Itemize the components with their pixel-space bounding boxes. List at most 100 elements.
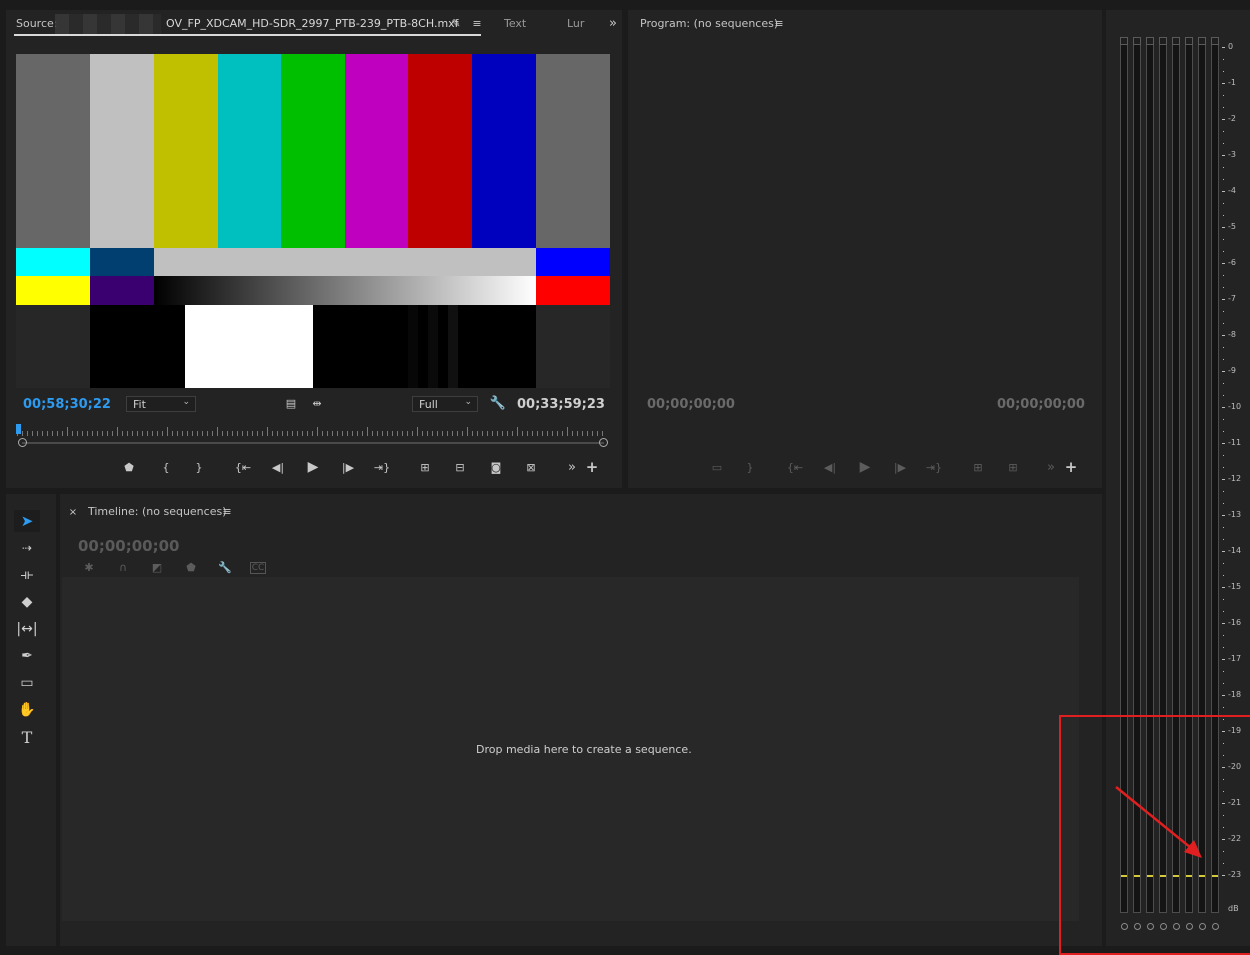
pen-tool-icon[interactable]: ✒ — [14, 645, 40, 667]
db-tick — [1222, 47, 1225, 48]
timeline-title[interactable]: Timeline: (no sequences) — [88, 505, 227, 518]
edit-pencil-icon[interactable]: ✎ — [447, 15, 465, 31]
step-back-icon[interactable]: ◀| — [269, 459, 287, 475]
add-button-icon[interactable]: + — [1062, 458, 1080, 476]
overflow-icon[interactable]: » — [1042, 459, 1060, 475]
go-to-in-icon[interactable]: {⇤ — [786, 459, 804, 475]
ruler-tick — [172, 431, 173, 436]
timeline-timecode[interactable]: 00;00;00;00 — [78, 537, 180, 555]
source-timecode-in[interactable]: 00;58;30;22 — [23, 397, 111, 412]
safe-margins-icon[interactable]: ▭ — [708, 459, 726, 475]
type-tool-icon[interactable]: T — [14, 726, 40, 748]
lift-icon[interactable]: ⊞ — [969, 459, 987, 475]
zoom-dropdown[interactable]: Fit ⌄ — [126, 396, 196, 412]
go-to-in-icon[interactable]: {⇤ — [234, 459, 252, 475]
step-back-icon[interactable]: ◀| — [821, 459, 839, 475]
tab-text[interactable]: Text — [504, 17, 526, 30]
clip-indicator[interactable] — [1198, 37, 1206, 45]
program-title[interactable]: Program: (no sequences) — [640, 17, 778, 30]
ruler-tick — [367, 427, 368, 436]
ruler-tick — [372, 431, 373, 436]
overwrite-icon[interactable]: ⊟ — [451, 459, 469, 475]
clip-indicator[interactable] — [1211, 37, 1219, 45]
camera-icon[interactable]: ◙ — [487, 459, 505, 475]
playhead-marker[interactable] — [16, 424, 21, 434]
resolution-dropdown[interactable]: Full ⌄ — [412, 396, 478, 412]
track-select-tool-icon[interactable]: ⇢ — [14, 537, 40, 559]
program-timecode-left[interactable]: 00;00;00;00 — [647, 397, 735, 412]
program-timecode-right: 00;00;00;00 — [997, 397, 1085, 412]
mark-in-icon[interactable]: { — [157, 459, 175, 475]
clip-indicator[interactable] — [1120, 37, 1128, 45]
go-to-out-icon[interactable]: ⇥} — [925, 459, 943, 475]
db-label: -12 — [1228, 474, 1242, 483]
ruler-tick — [537, 431, 538, 436]
ruler-tick — [602, 431, 603, 436]
ruler-tick — [182, 431, 183, 436]
nest-icon[interactable]: ✱ — [80, 559, 98, 575]
db-tick — [1222, 371, 1225, 372]
ruler-tick — [422, 431, 423, 436]
mark-out-icon[interactable]: } — [190, 459, 208, 475]
timeline-panel-menu-icon[interactable]: ≡ — [218, 503, 236, 519]
zoom-scrollbar[interactable] — [22, 442, 604, 444]
ruler-tick — [297, 431, 298, 436]
db-label: -5 — [1228, 222, 1236, 231]
overflow-icon[interactable]: » — [563, 459, 581, 475]
step-forward-icon[interactable]: |▶ — [891, 459, 909, 475]
ruler-tick — [52, 431, 53, 436]
clip-indicator[interactable] — [1146, 37, 1154, 45]
panel-menu-icon[interactable]: ≡ — [468, 15, 486, 31]
rectangle-tool-icon[interactable]: ▭ — [14, 672, 40, 694]
step-forward-icon[interactable]: |▶ — [339, 459, 357, 475]
db-minor-tick — [1223, 323, 1224, 324]
add-button-icon[interactable]: + — [583, 458, 601, 476]
db-label: -6 — [1228, 258, 1236, 267]
extract-icon[interactable]: ⊞ — [1004, 459, 1022, 475]
timeline-wrench-icon[interactable]: 🔧 — [216, 559, 234, 575]
source-clip-name[interactable]: OV_FP_XDCAM_HD-SDR_2997_PTB-239_PTB-8CH.… — [166, 17, 459, 30]
linked-selection-icon[interactable]: ◩ — [148, 559, 166, 575]
tab-overflow-icon[interactable]: » — [604, 15, 622, 31]
db-minor-tick — [1223, 575, 1224, 576]
program-panel-menu-icon[interactable]: ≡ — [770, 15, 788, 31]
clip-indicator[interactable] — [1185, 37, 1193, 45]
mark-out-icon[interactable]: } — [741, 459, 759, 475]
close-icon[interactable]: × — [64, 504, 82, 520]
clip-indicator[interactable] — [1159, 37, 1167, 45]
snap-magnet-icon[interactable]: ∩ — [114, 559, 132, 575]
ruler-tick — [392, 431, 393, 436]
play-icon[interactable]: ▶ — [304, 459, 322, 475]
ruler-tick — [432, 431, 433, 436]
captions-icon[interactable]: CC — [250, 562, 266, 574]
ruler-tick — [287, 431, 288, 436]
db-label: -13 — [1228, 510, 1242, 519]
ruler-tick — [252, 431, 253, 436]
tab-lumetri[interactable]: Lur — [567, 17, 584, 30]
slip-tool-icon[interactable]: |↔| — [14, 618, 40, 640]
db-minor-tick — [1223, 179, 1224, 180]
clip-indicator[interactable] — [1172, 37, 1180, 45]
drag-video-audio-icon[interactable]: ⇹ — [308, 395, 326, 411]
add-marker-icon[interactable]: ⬟ — [120, 459, 138, 475]
insert-icon[interactable]: ⊞ — [416, 459, 434, 475]
add-marker-icon[interactable]: ⬟ — [182, 559, 200, 575]
play-icon[interactable]: ▶ — [856, 459, 874, 475]
wrench-icon[interactable]: 🔧 — [489, 395, 507, 411]
hand-tool-icon[interactable]: ✋ — [14, 699, 40, 721]
settings-film-icon[interactable]: ▤ — [282, 395, 300, 411]
clip-indicator[interactable] — [1133, 37, 1141, 45]
ruler-tick — [567, 427, 568, 436]
ruler-tick — [427, 431, 428, 436]
selection-tool-icon[interactable]: ➤ — [14, 510, 40, 532]
zoom-handle-left[interactable] — [18, 438, 27, 447]
go-to-out-icon[interactable]: ⇥} — [373, 459, 391, 475]
zoom-handle-right[interactable] — [599, 438, 608, 447]
source-time-ruler[interactable] — [17, 425, 609, 439]
button-editor-dim-icon[interactable]: ⊠ — [522, 459, 540, 475]
razor-tool-icon[interactable]: ◆ — [14, 591, 40, 613]
ruler-tick — [377, 431, 378, 436]
source-tab-label[interactable]: Source: — [16, 17, 58, 30]
db-label: 0 — [1228, 42, 1234, 51]
ripple-edit-tool-icon[interactable]: ⟛ — [14, 564, 40, 586]
